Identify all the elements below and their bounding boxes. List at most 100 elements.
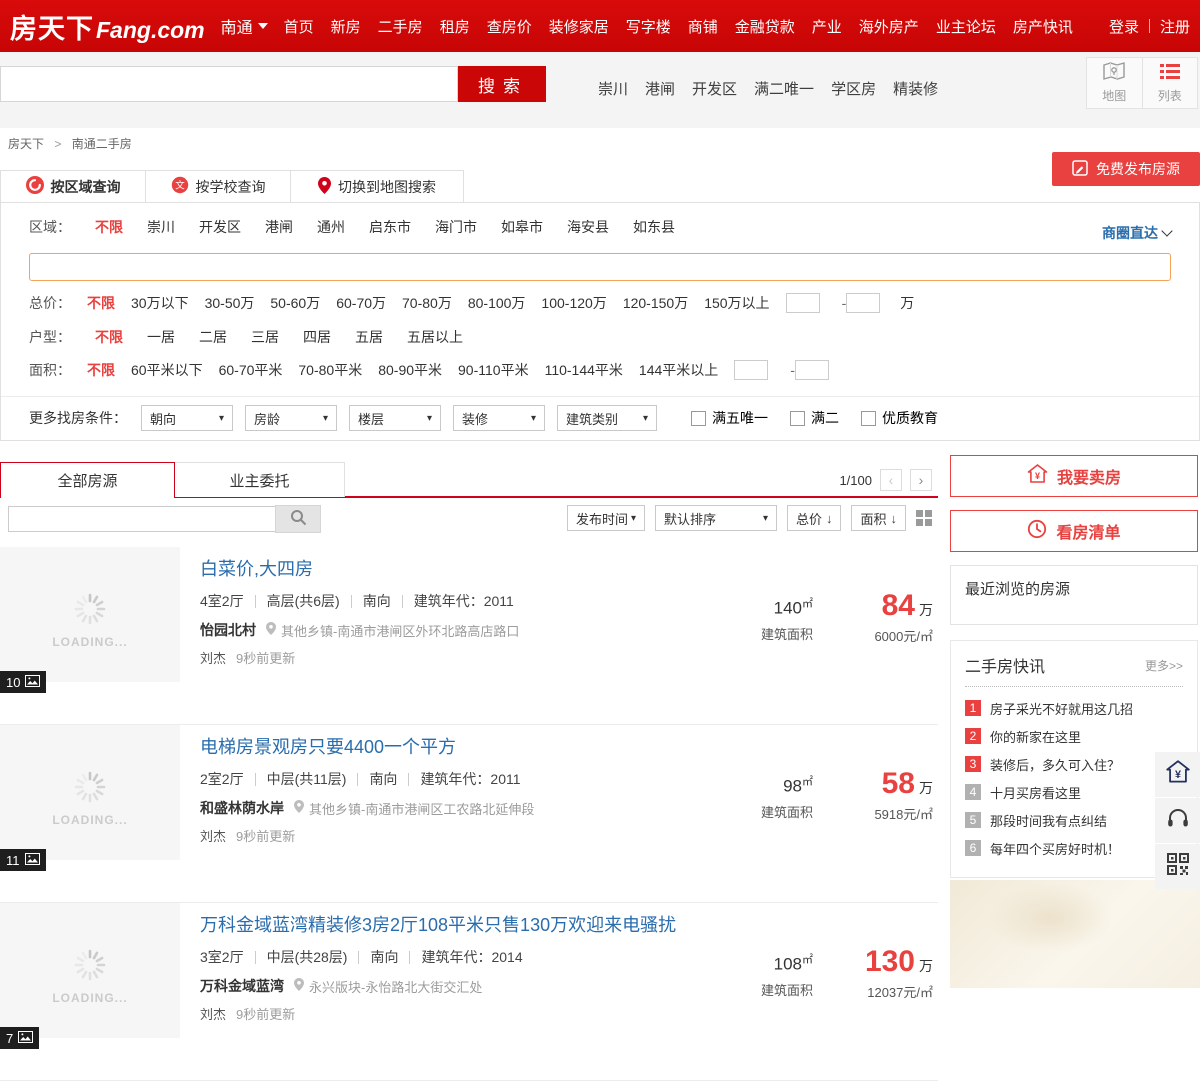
nav-item-industry[interactable]: 产业: [812, 16, 842, 37]
quick-link-refined[interactable]: 精装修: [893, 78, 938, 99]
register-link[interactable]: 注册: [1160, 16, 1190, 37]
dropdown-house-age[interactable]: 房龄 ▾: [245, 405, 337, 431]
listing-title[interactable]: 万科金域蓝湾精装修3房2厅108平米只售130万欢迎来电骚扰: [200, 911, 676, 937]
tab-by-school[interactable]: 文 按学校查询: [145, 170, 291, 202]
news-item[interactable]: 3 装修后，多久可入住？: [965, 750, 1183, 778]
price-option[interactable]: 60-70万: [336, 293, 386, 313]
community-name[interactable]: 和盛林荫水岸: [200, 798, 284, 818]
dropdown-decoration[interactable]: 装修 ▾: [453, 405, 545, 431]
price-option[interactable]: 100-120万: [541, 293, 606, 313]
nav-item-office[interactable]: 写字楼: [626, 16, 671, 37]
login-link[interactable]: 登录: [1109, 16, 1139, 37]
listing-thumbnail[interactable]: LOADING... 7: [0, 903, 180, 1049]
price-min-input[interactable]: [785, 293, 820, 313]
float-qr-button[interactable]: [1155, 844, 1200, 889]
agent-name[interactable]: 刘杰: [200, 826, 226, 845]
breadcrumb-home[interactable]: 房天下: [8, 137, 44, 151]
agent-name[interactable]: 刘杰: [200, 1004, 226, 1023]
region-option[interactable]: 不限: [95, 217, 123, 237]
view-list-button[interactable]: 看房清单: [950, 510, 1198, 552]
tab-by-region[interactable]: 按区域查询: [0, 170, 146, 202]
listing-title[interactable]: 电梯房景观房只要4400一个平方: [200, 733, 456, 759]
price-option[interactable]: 30万以下: [131, 293, 189, 313]
region-option[interactable]: 开发区: [199, 217, 241, 237]
biz-circle-link[interactable]: 商圈直达: [1102, 223, 1173, 243]
sort-price-button[interactable]: 总价 ↓: [786, 505, 842, 531]
nav-item-overseas[interactable]: 海外房产: [859, 16, 919, 37]
city-selector[interactable]: 南通: [221, 14, 268, 38]
layout-option[interactable]: 四居: [303, 327, 331, 347]
price-option[interactable]: 80-100万: [468, 293, 526, 313]
prev-page-button[interactable]: ‹: [880, 469, 902, 491]
list-toggle[interactable]: 列表: [1143, 58, 1198, 108]
ad-image[interactable]: [950, 880, 1200, 988]
sort-default[interactable]: 默认排序 ▾: [654, 505, 777, 531]
price-option[interactable]: 150万以上: [704, 293, 769, 313]
community-name[interactable]: 怡园北村: [200, 620, 256, 640]
area-option[interactable]: 144平米以上: [639, 360, 718, 380]
checkbox-full5-unique[interactable]: 满五唯一: [691, 408, 768, 428]
tab-map-search[interactable]: 切换到地图搜索: [290, 170, 464, 202]
nav-item-priceinfo[interactable]: 查房价: [487, 16, 532, 37]
listing-thumbnail[interactable]: LOADING... 10: [0, 547, 180, 693]
area-option[interactable]: 60平米以下: [131, 360, 203, 380]
map-toggle[interactable]: 地图: [1087, 58, 1142, 108]
price-option[interactable]: 120-150万: [623, 293, 688, 313]
quick-link-gangzha[interactable]: 港闸: [645, 78, 675, 99]
keyword-filter-input[interactable]: [8, 506, 276, 532]
area-option[interactable]: 60-70平米: [219, 360, 283, 380]
listing-title[interactable]: 白菜价,大四房: [200, 555, 313, 581]
layout-option[interactable]: 五居以上: [407, 327, 463, 347]
quick-link-chongchuan[interactable]: 崇川: [598, 78, 628, 99]
nav-item-newhouse[interactable]: 新房: [331, 16, 361, 37]
area-option[interactable]: 80-90平米: [378, 360, 442, 380]
nav-item-decoration[interactable]: 装修家居: [549, 16, 609, 37]
quick-link-school[interactable]: 学区房: [831, 78, 876, 99]
sort-area-button[interactable]: 面积 ↓: [851, 505, 906, 531]
tab-all-listings[interactable]: 全部房源: [0, 462, 175, 498]
news-more-link[interactable]: 更多>>: [1145, 657, 1183, 674]
layout-option[interactable]: 一居: [147, 327, 175, 347]
sort-publish-time[interactable]: 发布时间 ▾: [566, 505, 645, 531]
price-max-input[interactable]: [846, 293, 881, 313]
layout-option[interactable]: 二居: [199, 327, 227, 347]
region-option[interactable]: 崇川: [147, 217, 175, 237]
quick-link-kaifaqu[interactable]: 开发区: [692, 78, 737, 99]
layout-option[interactable]: 五居: [355, 327, 383, 347]
news-item[interactable]: 5 那段时间我有点纠结: [965, 806, 1183, 834]
area-max-input[interactable]: [794, 360, 829, 380]
sell-house-button[interactable]: ¥ 我要卖房: [950, 455, 1198, 497]
float-sell-button[interactable]: ¥: [1155, 752, 1200, 797]
keyword-filter-button[interactable]: [275, 505, 321, 533]
news-item[interactable]: 6 每年四个买房好时机！: [965, 834, 1183, 862]
layout-option[interactable]: 不限: [95, 327, 123, 347]
news-item[interactable]: 2 你的新家在这里: [965, 722, 1183, 750]
news-item[interactable]: 1 房子采光不好就用这几招: [965, 694, 1183, 722]
agent-name[interactable]: 刘杰: [200, 648, 226, 667]
fang-logo[interactable]: 房天下 Fang.com: [10, 7, 205, 46]
dropdown-floor[interactable]: 楼层 ▾: [349, 405, 441, 431]
region-option[interactable]: 海安县: [567, 217, 609, 237]
nav-item-rent[interactable]: 租房: [440, 16, 470, 37]
news-item[interactable]: 4 十月买房看这里: [965, 778, 1183, 806]
area-option[interactable]: 90-110平米: [458, 360, 529, 380]
search-button[interactable]: 搜索: [458, 66, 546, 102]
region-option[interactable]: 港闸: [265, 217, 293, 237]
nav-item-owner-forum[interactable]: 业主论坛: [936, 16, 996, 37]
nav-item-home[interactable]: 首页: [284, 16, 314, 37]
listing-thumbnail[interactable]: LOADING... 11: [0, 725, 180, 871]
search-input[interactable]: [0, 66, 458, 102]
area-option[interactable]: 110-144平米: [545, 360, 623, 380]
region-option[interactable]: 海门市: [435, 217, 477, 237]
dropdown-building-type[interactable]: 建筑类别 ▾: [557, 405, 657, 431]
price-option[interactable]: 不限: [87, 293, 115, 313]
dropdown-orientation[interactable]: 朝向 ▾: [141, 405, 233, 431]
region-option[interactable]: 启东市: [369, 217, 411, 237]
area-option[interactable]: 不限: [87, 360, 115, 380]
region-option[interactable]: 如皋市: [501, 217, 543, 237]
community-name[interactable]: 万科金域蓝湾: [200, 976, 284, 996]
checkbox-quality-education[interactable]: 优质教育: [861, 408, 938, 428]
nav-item-news[interactable]: 房产快讯: [1013, 16, 1073, 37]
quick-link-man2[interactable]: 满二唯一: [754, 78, 814, 99]
tab-owner-entrust[interactable]: 业主委托: [175, 462, 345, 497]
